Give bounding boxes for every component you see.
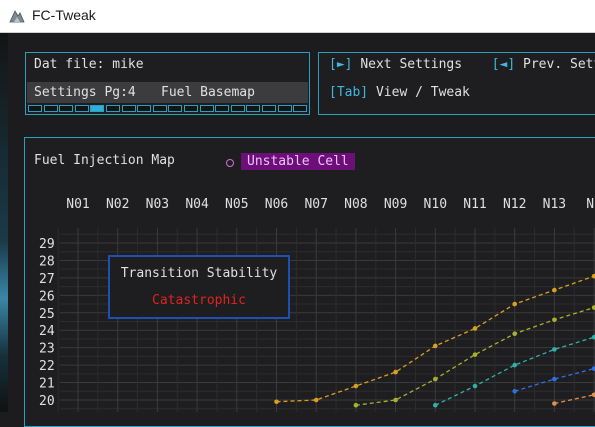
column-header: N12 xyxy=(503,197,526,212)
column-header: N05 xyxy=(225,197,248,212)
column-header: N09 xyxy=(384,197,407,212)
data-point xyxy=(512,331,517,337)
data-point xyxy=(393,397,398,403)
data-point xyxy=(552,287,557,293)
fuel-injection-chart[interactable]: N01 N02 N03 N04 N05 N06 N07 N08 N09 N10 N11 N12 N13 N… xyxy=(0,0,595,412)
data-point xyxy=(353,402,359,408)
column-header: N01 xyxy=(66,197,89,212)
y-tick-label: 25 xyxy=(39,307,55,322)
data-point xyxy=(512,301,517,307)
y-tick-label: 24 xyxy=(39,324,55,339)
column-header: N13 xyxy=(543,197,566,212)
data-point xyxy=(552,347,557,352)
data-point xyxy=(552,317,557,323)
column-header: N08 xyxy=(344,197,367,212)
data-point xyxy=(512,362,517,368)
data-point xyxy=(552,376,557,382)
data-point xyxy=(274,399,279,405)
column-header: N02 xyxy=(106,197,129,212)
data-point xyxy=(393,369,398,375)
data-point xyxy=(552,401,557,406)
transition-stability-box: Transition Stability Catastrophic xyxy=(108,255,290,319)
data-point xyxy=(472,326,478,331)
data-point xyxy=(313,397,319,403)
column-header: N10 xyxy=(424,197,447,212)
data-point xyxy=(472,352,478,357)
y-tick-label: 21 xyxy=(39,377,55,392)
transition-stability-value: Catastrophic xyxy=(152,293,246,308)
data-point xyxy=(512,388,517,394)
y-tick-label: 28 xyxy=(39,254,55,269)
y-tick-label: 27 xyxy=(39,272,55,287)
column-header: N06 xyxy=(265,197,288,212)
data-point xyxy=(433,376,438,382)
column-header: N07 xyxy=(304,197,327,212)
data-point xyxy=(353,383,359,389)
column-header: N04 xyxy=(185,197,209,212)
data-point xyxy=(433,402,438,408)
y-tick-label: 20 xyxy=(39,394,55,409)
y-tick-label: 26 xyxy=(39,289,55,304)
data-point xyxy=(433,343,438,349)
transition-stability-title: Transition Stability xyxy=(120,266,278,281)
y-tick-label: 23 xyxy=(39,342,55,357)
column-header: N03 xyxy=(146,197,169,212)
y-tick-label: 29 xyxy=(39,237,55,252)
y-tick-label: 22 xyxy=(39,359,55,374)
column-header: N1 xyxy=(586,197,595,212)
data-point xyxy=(472,383,478,389)
column-header: N11 xyxy=(463,197,486,212)
